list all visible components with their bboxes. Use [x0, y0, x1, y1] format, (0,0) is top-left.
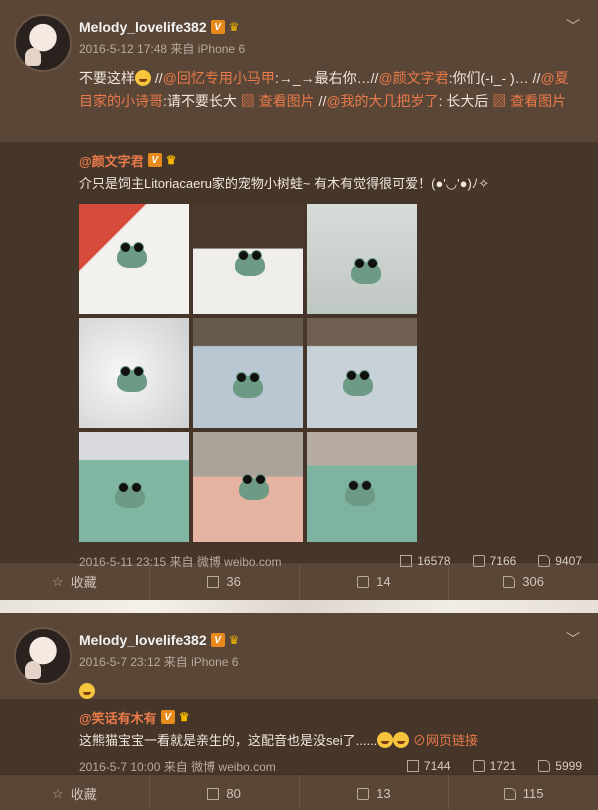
comment-icon [472, 760, 485, 772]
comment-button[interactable]: 14 [300, 563, 450, 600]
verified-icon: V [210, 633, 225, 647]
repost-share-stat[interactable]: 7144 [406, 759, 451, 773]
repost-username[interactable]: @笑话有木有 [79, 708, 157, 727]
view-image-link[interactable]: ▨ 查看图片 [492, 93, 566, 109]
weibo-post: ﹀ Melody_lovelife382 V ♛ 2016-5-12 17:48… [0, 0, 598, 600]
verified-icon: V [210, 20, 225, 34]
comment-button[interactable]: 13 [300, 775, 450, 810]
like-icon [538, 760, 551, 772]
feed: ﹀ Melody_lovelife382 V ♛ 2016-5-12 17:48… [0, 0, 598, 810]
crown-icon: ♛ [228, 20, 240, 34]
chevron-down-icon[interactable]: ﹀ [566, 16, 580, 36]
frog-photo[interactable] [193, 204, 303, 314]
username[interactable]: Melody_lovelife382 [79, 19, 207, 35]
frog-photo[interactable] [193, 432, 303, 542]
frog-photo[interactable] [79, 204, 189, 314]
repost-username[interactable]: @颜文字君 [79, 151, 144, 170]
share-icon [207, 575, 220, 588]
repost-comment-stat[interactable]: 1721 [472, 759, 516, 773]
action-bar: ☆ 收藏 36 14 306 [0, 562, 598, 600]
image-grid [79, 204, 582, 542]
frog-photo[interactable] [307, 318, 417, 428]
repost-box: @颜文字君 V ♛ 介只是饲主Litoriacaeru家的宠物小树蛙~ 有木有觉… [0, 142, 598, 569]
avatar[interactable] [14, 14, 72, 72]
laugh-emoji-icon [79, 683, 95, 699]
web-link[interactable]: ⊘网页链接 [413, 733, 478, 748]
post-time[interactable]: 2016-5-12 17:48 来自 iPhone 6 [79, 40, 582, 57]
frog-photo[interactable] [307, 432, 417, 542]
view-image-link[interactable]: ▨ 查看图片 [241, 93, 315, 109]
post-text [79, 680, 582, 703]
post-text: 不要这样 //@回忆专用小马甲:→_→最右你…//@颜文字君:你们(-ı_- )… [79, 70, 569, 109]
repost-text: 介只是饲主Litoriacaeru家的宠物小树蛙~ 有木有觉得很可爱！(●'◡'… [79, 176, 490, 191]
mention-link[interactable]: @回忆专用小马甲 [163, 70, 275, 86]
frog-photo[interactable] [307, 204, 417, 314]
crown-icon: ♛ [228, 633, 240, 647]
crown-icon: ♛ [165, 153, 177, 167]
chevron-down-icon[interactable]: ﹀ [566, 629, 580, 649]
repost-box: @笑话有木有 V ♛ 这熊猫宝宝一看就是亲生的，这配音也是没sei了......… [0, 699, 598, 774]
comment-icon [357, 787, 370, 800]
divider [0, 600, 598, 613]
verified-icon: V [160, 710, 175, 724]
mention-link[interactable]: @我的大几把岁了 [326, 93, 438, 109]
repost-text: 这熊猫宝宝一看就是亲生的，这配音也是没sei了...... ⊘网页链接 [79, 732, 478, 748]
like-icon [503, 787, 516, 800]
share-icon [207, 787, 220, 800]
crown-icon: ♛ [178, 710, 190, 724]
post-time[interactable]: 2016-5-7 23:12 来自 iPhone 6 [79, 653, 582, 670]
frog-photo[interactable] [79, 432, 189, 542]
repost-time[interactable]: 2016-5-7 10:00 来自 微博 weibo.com [79, 758, 385, 775]
avatar[interactable] [14, 627, 72, 685]
laugh-emoji-icon [377, 732, 394, 748]
like-icon [503, 575, 516, 588]
frog-photo[interactable] [79, 318, 189, 428]
laugh-emoji-icon [135, 70, 151, 86]
action-bar: ☆ 收藏 80 13 115 [0, 774, 598, 810]
like-button[interactable]: 115 [449, 775, 598, 810]
mention-link[interactable]: @颜文字君 [378, 70, 448, 86]
share-icon [406, 760, 419, 772]
comment-icon [357, 575, 370, 588]
star-icon: ☆ [52, 573, 64, 589]
favorite-button[interactable]: ☆ 收藏 [0, 563, 150, 600]
weibo-post: ﹀ Melody_lovelife382 V ♛ 2016-5-7 23:12 … [0, 613, 598, 810]
favorite-button[interactable]: ☆ 收藏 [0, 775, 150, 810]
username[interactable]: Melody_lovelife382 [79, 632, 207, 648]
frog-photo[interactable] [193, 318, 303, 428]
like-button[interactable]: 306 [449, 563, 598, 600]
share-button[interactable]: 36 [150, 563, 300, 600]
share-button[interactable]: 80 [150, 775, 300, 810]
laugh-emoji-icon [393, 732, 410, 748]
verified-icon: V [147, 153, 162, 167]
repost-like-stat[interactable]: 5999 [538, 759, 582, 773]
star-icon: ☆ [52, 785, 64, 801]
